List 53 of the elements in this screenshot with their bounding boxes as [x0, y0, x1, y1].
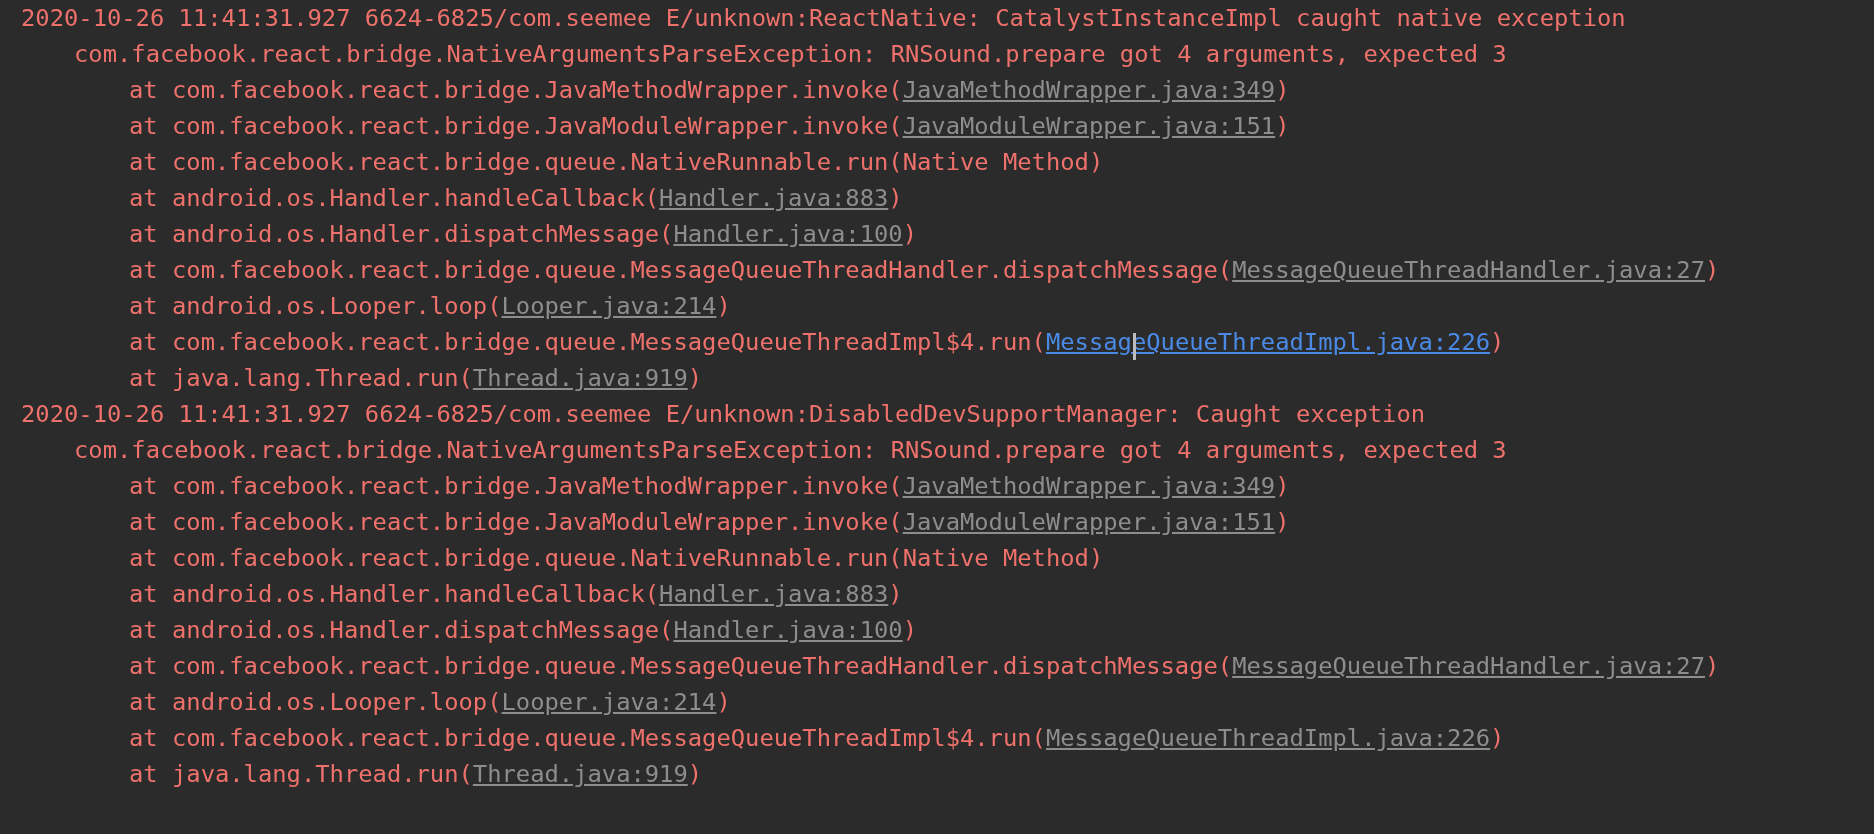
- stack-frame-text: ): [888, 580, 903, 608]
- stack-frame-text: ): [1275, 76, 1290, 104]
- stack-frame-text: at android.os.Handler.dispatchMessage(: [129, 220, 674, 248]
- stack-frame-text: at com.facebook.react.bridge.JavaMethodWrapper.invoke(: [129, 76, 903, 104]
- stack-frame-text: ): [687, 364, 703, 392]
- source-link[interactable]: Thread.java:919: [472, 760, 688, 788]
- source-link[interactable]: MessageQueueThreadHandler.java:27: [1232, 256, 1705, 284]
- stack-frame-text: at com.facebook.react.bridge.queue.NativeRunnable.run(Native Method): [129, 148, 1104, 176]
- stack-frame-text: at com.facebook.react.bridge.JavaModuleWrapper.invoke(: [129, 508, 903, 536]
- source-link[interactable]: Looper.java:214: [501, 292, 717, 320]
- source-link[interactable]: JavaModuleWrapper.java:151: [902, 508, 1276, 536]
- exception-line: com.facebook.react.bridge.NativeArgumentsParseException: RNSound.prepare got 4 arguments, expected 3: [73, 435, 1508, 466]
- source-link[interactable]: Handler.java:883: [659, 184, 889, 212]
- source-link[interactable]: JavaMethodWrapper.java:349: [902, 76, 1276, 104]
- stack-frame-text: at android.os.Handler.handleCallback(: [129, 184, 660, 212]
- source-link[interactable]: MessageQueueThreadImpl.java:226: [1045, 724, 1491, 752]
- stack-frame-text: ): [687, 760, 703, 788]
- stack-frame-text: ): [1275, 472, 1290, 500]
- source-link[interactable]: Thread.java:919: [472, 364, 688, 392]
- source-link[interactable]: Handler.java:100: [673, 616, 903, 644]
- log-header-line: 2020-10-26 11:41:31.927 6624-6825/com.seemee E/unknown:ReactNative: CatalystInstanceImpl caught native exception: [21, 3, 1627, 34]
- source-link[interactable]: JavaMethodWrapper.java:349: [902, 472, 1276, 500]
- stack-frame-text: ): [1705, 652, 1720, 680]
- stack-frame-text: ): [1490, 724, 1505, 752]
- log-header-line: 2020-10-26 11:41:31.927 6624-6825/com.seemee E/unknown:DisabledDevSupportManager: Caught exception: [21, 399, 1427, 430]
- stack-frame-text: at android.os.Looper.loop(: [129, 292, 502, 320]
- stack-frame-text: ): [902, 616, 917, 644]
- stack-frame-text: at android.os.Handler.dispatchMessage(: [129, 616, 674, 644]
- stack-frame-text: at java.lang.Thread.run(: [129, 760, 473, 788]
- stack-frame-text: ): [716, 688, 731, 716]
- stack-frame-text: at android.os.Looper.loop(: [129, 688, 502, 716]
- stack-frame-text: ): [888, 184, 903, 212]
- source-link[interactable]: JavaModuleWrapper.java:151: [902, 112, 1276, 140]
- stack-frame-text: at com.facebook.react.bridge.queue.MessageQueueThreadHandler.dispatchMessage(: [129, 256, 1233, 284]
- stack-frame-text: ): [1705, 256, 1720, 284]
- source-link[interactable]: Looper.java:214: [501, 688, 717, 716]
- stack-frame-text: at com.facebook.react.bridge.queue.MessageQueueThreadImpl$4.run(: [129, 724, 1046, 752]
- stack-frame-text: at com.facebook.react.bridge.JavaMethodWrapper.invoke(: [129, 472, 903, 500]
- stack-frame-text: at com.facebook.react.bridge.queue.NativeRunnable.run(Native Method): [129, 544, 1104, 572]
- stack-frame-text: at com.facebook.react.bridge.queue.MessageQueueThreadImpl$4.run(: [129, 328, 1046, 356]
- stack-frame-text: at com.facebook.react.bridge.queue.MessageQueueThreadHandler.dispatchMessage(: [129, 652, 1233, 680]
- stack-frame-text: ): [902, 220, 917, 248]
- stack-frame-text: ): [1275, 508, 1290, 536]
- exception-line: com.facebook.react.bridge.NativeArgumentsParseException: RNSound.prepare got 4 arguments, expected 3: [73, 39, 1508, 70]
- source-link[interactable]: MessageQueueThreadHandler.java:27: [1232, 652, 1705, 680]
- stack-frame-text: at java.lang.Thread.run(: [129, 364, 473, 392]
- stack-frame-text: ): [716, 292, 731, 320]
- stack-frame-text: at com.facebook.react.bridge.JavaModuleWrapper.invoke(: [129, 112, 903, 140]
- source-link[interactable]: Handler.java:100: [673, 220, 903, 248]
- stack-frame-text: ): [1275, 112, 1290, 140]
- source-link[interactable]: Handler.java:883: [659, 580, 889, 608]
- stack-frame-text: at android.os.Handler.handleCallback(: [129, 580, 660, 608]
- stack-frame-text: ): [1490, 328, 1505, 356]
